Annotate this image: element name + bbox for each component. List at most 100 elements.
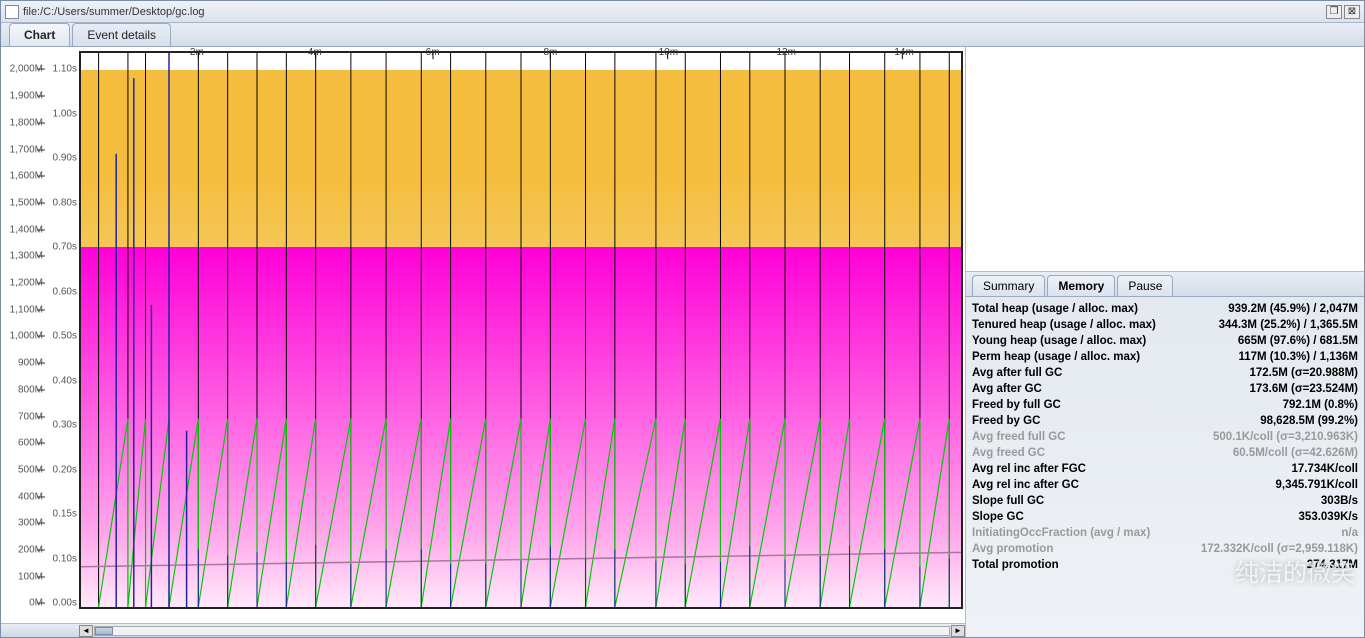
horizontal-scrollbar[interactable]: ◄ ►: [1, 623, 965, 637]
y-axis-pause: 0.00s 0.10s 0.15s 0.20s 0.30s 0.40s 0.50s 0.60s…: [45, 47, 79, 609]
x-tick-label: 12m: [776, 47, 795, 58]
y-axis-memory: 0M100M200M300M400M500M600M700M800M900M1,…: [1, 47, 45, 609]
stat-label: Avg rel inc after GC: [972, 479, 1079, 491]
stat-row: Freed by GC 98,628.5M (99.2%): [972, 413, 1358, 429]
stat-row: Avg after GC 173.6M (σ=23.524M): [972, 381, 1358, 397]
x-tick-label: 10m: [659, 47, 678, 58]
stat-value: 17.734K/coll: [1292, 463, 1358, 475]
stat-value: 500.1K/coll (σ=3,210.963K): [1213, 431, 1358, 443]
stat-value: 274.317M: [1307, 559, 1358, 571]
stat-value: 792.1M (0.8%): [1283, 399, 1358, 411]
stat-value: 939.2M (45.9%) / 2,047M: [1228, 303, 1358, 315]
stat-value: 344.3M (25.2%) / 1,365.5M: [1219, 319, 1358, 331]
stat-row: Avg rel inc after FGC 17.734K/coll: [972, 461, 1358, 477]
stat-label: Avg rel inc after FGC: [972, 463, 1086, 475]
stat-label: Slope GC: [972, 511, 1024, 523]
titlebar: file:/C:/Users/summer/Desktop/gc.log ❐ ⊠: [1, 1, 1364, 23]
tab-chart[interactable]: Chart: [9, 23, 70, 46]
stat-label: Young heap (usage / alloc. max): [972, 335, 1146, 347]
stat-value: 303B/s: [1321, 495, 1358, 507]
x-tick-label: 8m: [544, 47, 558, 58]
content: 0M100M200M300M400M500M600M700M800M900M1,…: [1, 47, 1364, 637]
side-panel: Summary Memory Pause Total heap (usage /…: [966, 47, 1364, 637]
side-tab-memory[interactable]: Memory: [1047, 275, 1115, 296]
stat-row: Total promotion 274.317M: [972, 557, 1358, 573]
scroll-track[interactable]: [94, 626, 950, 636]
stat-row: Avg freed GC 60.5M/coll (σ=42.626M): [972, 445, 1358, 461]
stat-value: 9,345.791K/coll: [1276, 479, 1358, 491]
x-axis: 2m 4m 6m 8m 10m 12m 14m: [79, 49, 963, 63]
stat-row: Freed by full GC 792.1M (0.8%): [972, 397, 1358, 413]
stat-label: Freed by full GC: [972, 399, 1061, 411]
scroll-thumb[interactable]: [95, 627, 113, 635]
y-right-tick: 0.80s: [53, 197, 77, 208]
stat-row: Avg rel inc after GC 9,345.791K/coll: [972, 477, 1358, 493]
y-right-tick: 0.90s: [53, 153, 77, 164]
stat-value: 173.6M (σ=23.524M): [1249, 383, 1358, 395]
stat-label: Freed by GC: [972, 415, 1040, 427]
x-tick-label: 6m: [426, 47, 440, 58]
stat-label: Total promotion: [972, 559, 1059, 571]
stat-row: Slope GC 353.039K/s: [972, 509, 1358, 525]
stat-row: Young heap (usage / alloc. max) 665M (97.…: [972, 333, 1358, 349]
y-right-tick: 0.10s: [53, 553, 77, 564]
stat-label: Tenured heap (usage / alloc. max): [972, 319, 1156, 331]
x-tick-label: 2m: [190, 47, 204, 58]
stat-row: Tenured heap (usage / alloc. max) 344.3M …: [972, 317, 1358, 333]
chart-plot[interactable]: [79, 51, 963, 609]
y-right-tick: 0.60s: [53, 286, 77, 297]
chart-lines: [81, 53, 961, 607]
x-tick-label: 14m: [894, 47, 913, 58]
close-button[interactable]: ⊠: [1344, 5, 1360, 19]
y-right-tick: 0.15s: [53, 509, 77, 520]
stat-value: 172.332K/coll (σ=2,959.118K): [1201, 543, 1358, 555]
stat-row: Perm heap (usage / alloc. max) 117M (10.3…: [972, 349, 1358, 365]
stat-row: InitiatingOccFraction (avg / max) n/a: [972, 525, 1358, 541]
app-window: file:/C:/Users/summer/Desktop/gc.log ❐ ⊠…: [0, 0, 1365, 638]
y-right-tick: 0.70s: [53, 242, 77, 253]
side-tab-pause[interactable]: Pause: [1117, 275, 1173, 296]
stat-value: 117M (10.3%) / 1,136M: [1238, 351, 1358, 363]
stat-value: 665M (97.6%) / 681.5M: [1238, 335, 1358, 347]
x-tick-label: 4m: [308, 47, 322, 58]
stat-value: n/a: [1341, 527, 1358, 539]
tab-event-details[interactable]: Event details: [72, 23, 171, 46]
stat-label: Avg freed full GC: [972, 431, 1066, 443]
stat-row: Total heap (usage / alloc. max) 939.2M (4…: [972, 301, 1358, 317]
stat-value: 353.039K/s: [1299, 511, 1358, 523]
y-right-tick: 0.40s: [53, 375, 77, 386]
y-right-tick: 1.10s: [53, 64, 77, 75]
window-icon: [5, 5, 19, 19]
chart-area: 0M100M200M300M400M500M600M700M800M900M1,…: [1, 47, 966, 637]
stat-label: InitiatingOccFraction (avg / max): [972, 527, 1150, 539]
stat-value: 98,628.5M (99.2%): [1260, 415, 1358, 427]
y-right-tick: 0.20s: [53, 464, 77, 475]
stat-label: Total heap (usage / alloc. max): [972, 303, 1138, 315]
window-title: file:/C:/Users/summer/Desktop/gc.log: [23, 6, 1324, 18]
stat-label: Avg after full GC: [972, 367, 1062, 379]
y-right-tick: 0.30s: [53, 420, 77, 431]
stat-label: Avg after GC: [972, 383, 1042, 395]
scroll-left-button[interactable]: ◄: [79, 625, 93, 637]
y-right-tick: 1.00s: [53, 108, 77, 119]
stat-label: Slope full GC: [972, 495, 1044, 507]
stat-row: Avg promotion 172.332K/coll (σ=2,959.118K…: [972, 541, 1358, 557]
y-right-tick: 0.00s: [53, 598, 77, 609]
y-right-tick: 0.50s: [53, 331, 77, 342]
stat-row: Avg after full GC 172.5M (σ=20.988M): [972, 365, 1358, 381]
side-tabbar: Summary Memory Pause: [966, 272, 1364, 297]
side-empty-area: [966, 47, 1364, 272]
scroll-right-button[interactable]: ►: [951, 625, 965, 637]
maximize-button[interactable]: ❐: [1326, 5, 1342, 19]
chart-body: 0M100M200M300M400M500M600M700M800M900M1,…: [1, 47, 965, 623]
stat-value: 172.5M (σ=20.988M): [1249, 367, 1358, 379]
stat-label: Avg freed GC: [972, 447, 1045, 459]
memory-stats: Total heap (usage / alloc. max) 939.2M (4…: [966, 297, 1364, 637]
stat-row: Slope full GC 303B/s: [972, 493, 1358, 509]
stat-row: Avg freed full GC 500.1K/coll (σ=3,210.96…: [972, 429, 1358, 445]
stat-label: Perm heap (usage / alloc. max): [972, 351, 1140, 363]
stat-label: Avg promotion: [972, 543, 1053, 555]
stat-value: 60.5M/coll (σ=42.626M): [1233, 447, 1358, 459]
side-tab-summary[interactable]: Summary: [972, 275, 1045, 296]
main-tabbar: Chart Event details: [1, 23, 1364, 47]
